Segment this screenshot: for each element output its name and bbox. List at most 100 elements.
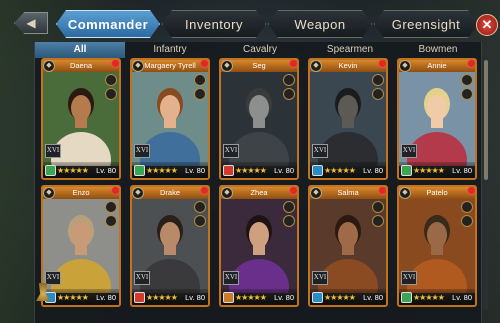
- notification-dot-icon: [289, 60, 297, 68]
- rank-icon: ◆: [399, 187, 411, 199]
- skill-icon: [105, 74, 117, 86]
- tier-badge: XVI: [134, 271, 150, 285]
- rank-icon: ◆: [310, 60, 322, 72]
- troop-type-icon: [312, 165, 323, 176]
- commander-card[interactable]: Zhea ◆ XVI ★★★★★ Lv. 80: [219, 185, 299, 307]
- notification-dot-icon: [111, 187, 119, 195]
- category-bowmen[interactable]: Bowmen: [395, 42, 481, 58]
- commander-card[interactable]: Salma ◆ XVI ★★★★★ Lv. 80: [308, 185, 388, 307]
- skill-icon: [194, 88, 206, 100]
- rank-icon: ◆: [132, 60, 144, 72]
- tier-badge: XVI: [401, 271, 417, 285]
- skill-icon: [461, 215, 473, 227]
- commander-level: Lv. 80: [452, 166, 472, 175]
- tab-inventory[interactable]: Inventory: [162, 10, 266, 38]
- commander-level: Lv. 80: [274, 293, 294, 302]
- tab-label: Inventory: [185, 16, 243, 32]
- skill-icon: [105, 201, 117, 213]
- tier-badge: XVI: [223, 271, 239, 285]
- skill-icon: [194, 201, 206, 213]
- troop-type-icon: [223, 165, 234, 176]
- commander-level: Lv. 80: [185, 166, 205, 175]
- rank-icon: ◆: [310, 187, 322, 199]
- top-bar: ◀ Commander Inventory Weapon Greensight …: [0, 0, 500, 40]
- tier-badge: XVI: [223, 144, 239, 158]
- notification-dot-icon: [200, 60, 208, 68]
- commander-level: Lv. 80: [185, 293, 205, 302]
- commander-level: Lv. 80: [96, 293, 116, 302]
- star-rating: ★★★★★: [413, 166, 445, 175]
- skill-icon: [194, 215, 206, 227]
- skill-icon: [105, 88, 117, 100]
- star-rating: ★★★★★: [57, 166, 89, 175]
- skill-icon: [194, 74, 206, 86]
- star-rating: ★★★★★: [324, 166, 356, 175]
- troop-type-icon: [134, 292, 145, 303]
- troop-type-icon: [134, 165, 145, 176]
- rank-icon: ◆: [43, 187, 55, 199]
- commander-card[interactable]: Margaery Tyrell ◆ XVI ★★★★★ Lv. 80: [130, 58, 210, 180]
- rank-icon: ◆: [43, 60, 55, 72]
- category-all[interactable]: All: [35, 42, 125, 58]
- commander-level: Lv. 80: [363, 166, 383, 175]
- star-rating: ★★★★★: [146, 166, 178, 175]
- skill-icon: [283, 201, 295, 213]
- back-button[interactable]: ◀: [14, 12, 48, 34]
- close-button[interactable]: ✕: [476, 14, 498, 36]
- commander-card[interactable]: Enzo ◆ XVI ★★★★★ Lv. 80: [41, 185, 121, 307]
- troop-type-icon: [312, 292, 323, 303]
- tab-label: Commander: [67, 16, 149, 32]
- skill-icon: [283, 88, 295, 100]
- tab-commander[interactable]: Commander: [56, 10, 160, 38]
- commander-level: Lv. 80: [274, 166, 294, 175]
- rank-icon: ◆: [221, 60, 233, 72]
- rank-icon: ◆: [132, 187, 144, 199]
- skill-icon: [372, 74, 384, 86]
- tier-badge: XVI: [134, 144, 150, 158]
- notification-dot-icon: [467, 187, 475, 195]
- notification-dot-icon: [111, 60, 119, 68]
- tier-badge: XVI: [312, 271, 328, 285]
- troop-type-icon: [401, 165, 412, 176]
- tier-badge: XVI: [312, 144, 328, 158]
- notification-dot-icon: [378, 60, 386, 68]
- skill-icon: [461, 74, 473, 86]
- commander-level: Lv. 80: [452, 293, 472, 302]
- tab-label: Weapon: [294, 16, 346, 32]
- commander-level: Lv. 80: [363, 293, 383, 302]
- tab-greensight[interactable]: Greensight: [374, 10, 478, 38]
- tab-weapon[interactable]: Weapon: [268, 10, 372, 38]
- skill-icon: [372, 215, 384, 227]
- notification-dot-icon: [289, 187, 297, 195]
- notification-dot-icon: [200, 187, 208, 195]
- category-spearmen[interactable]: Spearmen: [305, 42, 395, 58]
- tier-badge: XVI: [45, 271, 61, 285]
- tab-label: Greensight: [391, 16, 461, 32]
- skill-icon: [461, 201, 473, 213]
- commander-card[interactable]: Annie ◆ XVI ★★★★★ Lv. 80: [397, 58, 477, 180]
- category-cavalry[interactable]: Cavalry: [215, 42, 305, 58]
- commander-card[interactable]: Drake ◆ XVI ★★★★★ Lv. 80: [130, 185, 210, 307]
- troop-type-icon: [401, 292, 412, 303]
- back-arrow-icon: ◀: [26, 16, 36, 30]
- commander-card[interactable]: Daena ◆ XVI ★★★★★ Lv. 80: [41, 58, 121, 180]
- category-infantry[interactable]: Infantry: [125, 42, 215, 58]
- star-rating: ★★★★★: [324, 293, 356, 302]
- star-rating: ★★★★★: [235, 293, 267, 302]
- troop-type-icon: [45, 165, 56, 176]
- troop-type-icon: [223, 292, 234, 303]
- tier-badge: XVI: [401, 144, 417, 158]
- commander-card[interactable]: Seg ◆ XVI ★★★★★ Lv. 80: [219, 58, 299, 180]
- category-filter: All Infantry Cavalry Spearmen Bowmen: [35, 42, 481, 58]
- skill-icon: [372, 201, 384, 213]
- commander-card[interactable]: Kevin ◆ XVI ★★★★★ Lv. 80: [308, 58, 388, 180]
- skill-icon: [283, 215, 295, 227]
- skill-icon: [372, 88, 384, 100]
- skill-icon: [283, 74, 295, 86]
- tier-badge: XVI: [45, 144, 61, 158]
- star-rating: ★★★★★: [413, 293, 445, 302]
- commander-card[interactable]: Patelo ◆ XVI ★★★★★ Lv. 80: [397, 185, 477, 307]
- rank-icon: ◆: [221, 187, 233, 199]
- notification-dot-icon: [467, 60, 475, 68]
- scrollbar-thumb[interactable]: [484, 60, 488, 180]
